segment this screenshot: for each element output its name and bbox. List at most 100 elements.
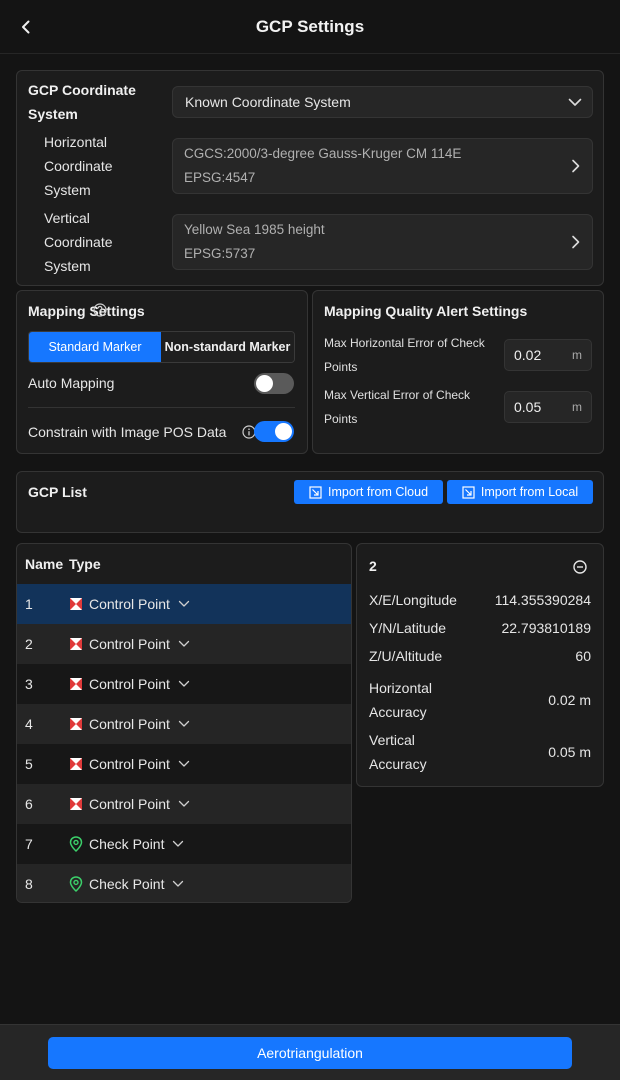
marker-type-segmented: Standard Marker Non-standard Marker (28, 331, 295, 363)
coordinate-system-label: GCP Coordinate System (28, 82, 136, 122)
z-value: 60 (575, 648, 591, 664)
row-type-label: Control Point (89, 596, 170, 612)
vertical-coordinate-select[interactable]: Yellow Sea 1985 height EPSG:5737 (172, 214, 593, 270)
check-point-icon (69, 836, 83, 852)
horizontal-accuracy-label-line2: Accuracy (369, 704, 427, 720)
horizontal-coordinate-select[interactable]: CGCS:2000/3-degree Gauss-Kruger CM 114E … (172, 138, 593, 194)
gcp-detail-id: 2 (369, 558, 377, 574)
import-from-cloud-label: Import from Cloud (327, 485, 429, 499)
vertical-accuracy-label-line1: Vertical (369, 732, 415, 748)
gcp-list-title: GCP List (28, 484, 87, 500)
divider (28, 407, 295, 408)
constrain-pos-label: Constrain with Image POS Data (28, 424, 227, 440)
row-type-label: Control Point (89, 796, 170, 812)
mapping-settings-title: Mapping Settings (28, 303, 145, 319)
coordinate-system-card: GCP Coordinate System Known Coordinate S… (16, 70, 604, 286)
z-label: Z/U/Altitude (369, 648, 443, 664)
max-vertical-error-input[interactable]: 0.05 m (504, 391, 592, 423)
max-vertical-error-value: 0.05 (514, 399, 542, 415)
horizontal-coordinate-epsg: EPSG:4547 (184, 170, 256, 185)
aerotriangulation-button[interactable]: Aerotriangulation (48, 1037, 572, 1069)
chevron-down-icon (558, 98, 592, 107)
row-name: 5 (25, 756, 33, 772)
column-type-header: Type (69, 556, 101, 572)
horizontal-accuracy-label: Horizontal Accuracy (369, 676, 432, 724)
column-name-header: Name (25, 556, 64, 572)
control-point-icon (69, 717, 83, 731)
chevron-right-icon (558, 159, 592, 173)
control-point-icon (69, 677, 83, 691)
vertical-coordinate-epsg: EPSG:5737 (184, 246, 256, 261)
coordinate-system-select[interactable]: Known Coordinate System (172, 86, 593, 118)
row-name: 3 (25, 676, 33, 692)
chevron-down-icon (178, 640, 190, 648)
check-point-icon (69, 876, 83, 892)
coordinate-system-value: Known Coordinate System (185, 94, 351, 110)
row-name: 2 (25, 636, 33, 652)
table-row[interactable]: 3 Control Point (17, 664, 351, 704)
table-header: Name Type (17, 544, 351, 584)
row-name: 4 (25, 716, 33, 732)
horizontal-accuracy-value: 0.02 m (548, 692, 591, 708)
x-label: X/E/Longitude (369, 592, 457, 608)
row-type-select[interactable]: Check Point (69, 836, 184, 852)
control-point-icon (69, 637, 83, 651)
horizontal-coordinate-label: Horizontal Coordinate System (44, 134, 113, 198)
chevron-down-icon (178, 720, 190, 728)
standard-marker-button[interactable]: Standard Marker (29, 332, 161, 362)
row-type-label: Control Point (89, 636, 170, 652)
import-from-local-button[interactable]: Import from Local (447, 480, 593, 504)
chevron-left-icon (22, 20, 30, 34)
row-type-select[interactable]: Control Point (69, 756, 190, 772)
toggle-knob (256, 375, 273, 392)
table-body: 1 Control Point 2 Control Point 3 Control Poi… (17, 584, 351, 902)
control-point-icon (69, 597, 83, 611)
chevron-down-icon (178, 600, 190, 608)
detail-row-x: X/E/Longitude 114.355390284 (369, 592, 591, 608)
auto-mapping-toggle[interactable] (254, 373, 294, 394)
table-row[interactable]: 8 Check Point (17, 864, 351, 902)
table-row[interactable]: 6 Control Point (17, 784, 351, 824)
row-type-select[interactable]: Control Point (69, 596, 190, 612)
row-type-select[interactable]: Control Point (69, 716, 190, 732)
table-row[interactable]: 4 Control Point (17, 704, 351, 744)
back-button[interactable] (14, 13, 38, 41)
row-type-select[interactable]: Check Point (69, 876, 184, 892)
import-from-cloud-button[interactable]: Import from Cloud (294, 480, 443, 504)
chevron-right-icon (558, 235, 592, 249)
vertical-coordinate-label: Vertical Coordinate System (44, 210, 113, 274)
row-type-label: Check Point (89, 836, 165, 852)
gcp-table: Name Type 1 Control Point 2 Control Point 3 C… (16, 543, 352, 903)
non-standard-marker-button[interactable]: Non-standard Marker (161, 332, 294, 362)
row-type-select[interactable]: Control Point (69, 636, 190, 652)
constrain-pos-toggle[interactable] (254, 421, 294, 442)
bottom-bar: Aerotriangulation (0, 1024, 620, 1080)
control-point-icon (69, 757, 83, 771)
toggle-knob (275, 423, 292, 440)
vertical-accuracy-value: 0.05 m (548, 744, 591, 760)
max-vertical-error-label: Max Vertical Error of Check Points (324, 388, 471, 426)
row-type-select[interactable]: Control Point (69, 796, 190, 812)
unit-label: m (572, 348, 582, 362)
import-from-local-label: Import from Local (480, 485, 579, 499)
row-name: 6 (25, 796, 33, 812)
help-icon[interactable] (93, 303, 107, 317)
table-row[interactable]: 7 Check Point (17, 824, 351, 864)
collapse-icon[interactable] (573, 560, 587, 574)
chevron-down-icon (178, 760, 190, 768)
max-horizontal-error-value: 0.02 (514, 347, 542, 363)
vertical-accuracy-label-line2: Accuracy (369, 756, 427, 772)
table-row[interactable]: 2 Control Point (17, 624, 351, 664)
chevron-down-icon (178, 800, 190, 808)
max-horizontal-error-label: Max Horizontal Error of Check Points (324, 336, 485, 374)
table-row[interactable]: 1 Control Point (17, 584, 351, 624)
max-horizontal-error-input[interactable]: 0.02 m (504, 339, 592, 371)
row-name: 1 (25, 596, 33, 612)
table-row[interactable]: 5 Control Point (17, 744, 351, 784)
row-type-select[interactable]: Control Point (69, 676, 190, 692)
detail-row-z: Z/U/Altitude 60 (369, 648, 591, 664)
y-value: 22.793810189 (501, 620, 591, 636)
chevron-down-icon (172, 840, 184, 848)
detail-row-y: Y/N/Latitude 22.793810189 (369, 620, 591, 636)
row-type-label: Control Point (89, 676, 170, 692)
